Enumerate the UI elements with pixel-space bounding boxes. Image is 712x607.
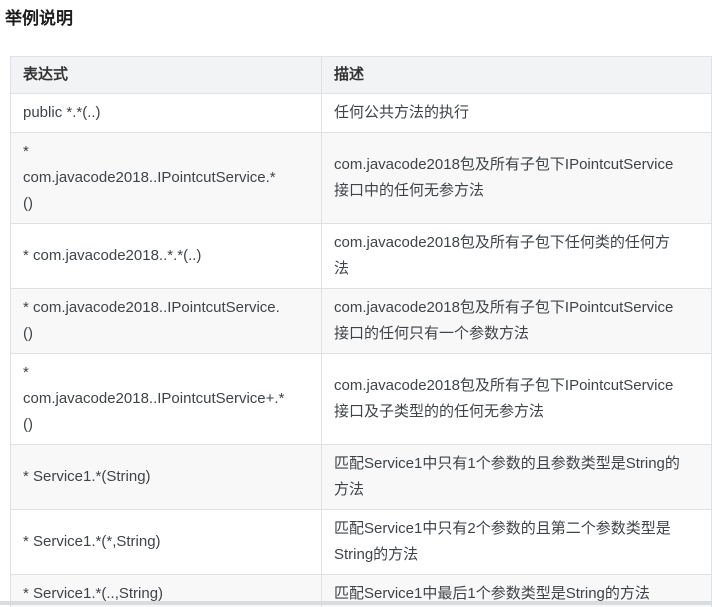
description-cell: com.javacode2018包及所有子包下IPointcutService … <box>322 289 712 354</box>
column-header-expression: 表达式 <box>11 57 322 94</box>
table-row: public *.*(..) 任何公共方法的执行 <box>11 94 712 133</box>
expression-cell: * com.javacode2018..*.*(..) <box>11 224 322 289</box>
code-block-top-edge <box>0 601 712 605</box>
description-cell: com.javacode2018包及所有子包下IPointcutService … <box>322 133 712 224</box>
expression-cell: public *.*(..) <box>11 94 322 133</box>
section-title: 举例说明 <box>5 8 712 30</box>
table-header-row: 表达式 描述 <box>11 57 712 94</box>
description-cell: 任何公共方法的执行 <box>322 94 712 133</box>
table-row: * com.javacode2018..IPointcutService+.* … <box>11 354 712 445</box>
expression-cell: * com.javacode2018..IPointcutService.* (… <box>11 133 322 224</box>
expression-cell: * com.javacode2018..IPointcutService+.* … <box>11 354 322 445</box>
article-section: 举例说明 表达式 描述 public *.*(..) 任何公共方法的执行 * c… <box>0 0 712 607</box>
table-row: * com.javacode2018..*.*(..) com.javacode… <box>11 224 712 289</box>
table-row: * com.javacode2018..IPointcutService. ()… <box>11 289 712 354</box>
description-cell: com.javacode2018包及所有子包下任何类的任何方 法 <box>322 224 712 289</box>
table-body: public *.*(..) 任何公共方法的执行 * com.javacode2… <box>11 94 712 607</box>
table-row: * com.javacode2018..IPointcutService.* (… <box>11 133 712 224</box>
pointcut-examples-table: 表达式 描述 public *.*(..) 任何公共方法的执行 * com.ja… <box>10 56 712 607</box>
description-cell: 匹配Service1中只有1个参数的且参数类型是String的 方法 <box>322 445 712 510</box>
table-row: * Service1.*(String) 匹配Service1中只有1个参数的且… <box>11 445 712 510</box>
expression-cell: * com.javacode2018..IPointcutService. () <box>11 289 322 354</box>
expression-cell: * Service1.*(*,String) <box>11 510 322 575</box>
column-header-description: 描述 <box>322 57 712 94</box>
description-cell: com.javacode2018包及所有子包下IPointcutService … <box>322 354 712 445</box>
table-row: * Service1.*(*,String) 匹配Service1中只有2个参数… <box>11 510 712 575</box>
description-cell: 匹配Service1中只有2个参数的且第二个参数类型是 String的方法 <box>322 510 712 575</box>
expression-cell: * Service1.*(String) <box>11 445 322 510</box>
